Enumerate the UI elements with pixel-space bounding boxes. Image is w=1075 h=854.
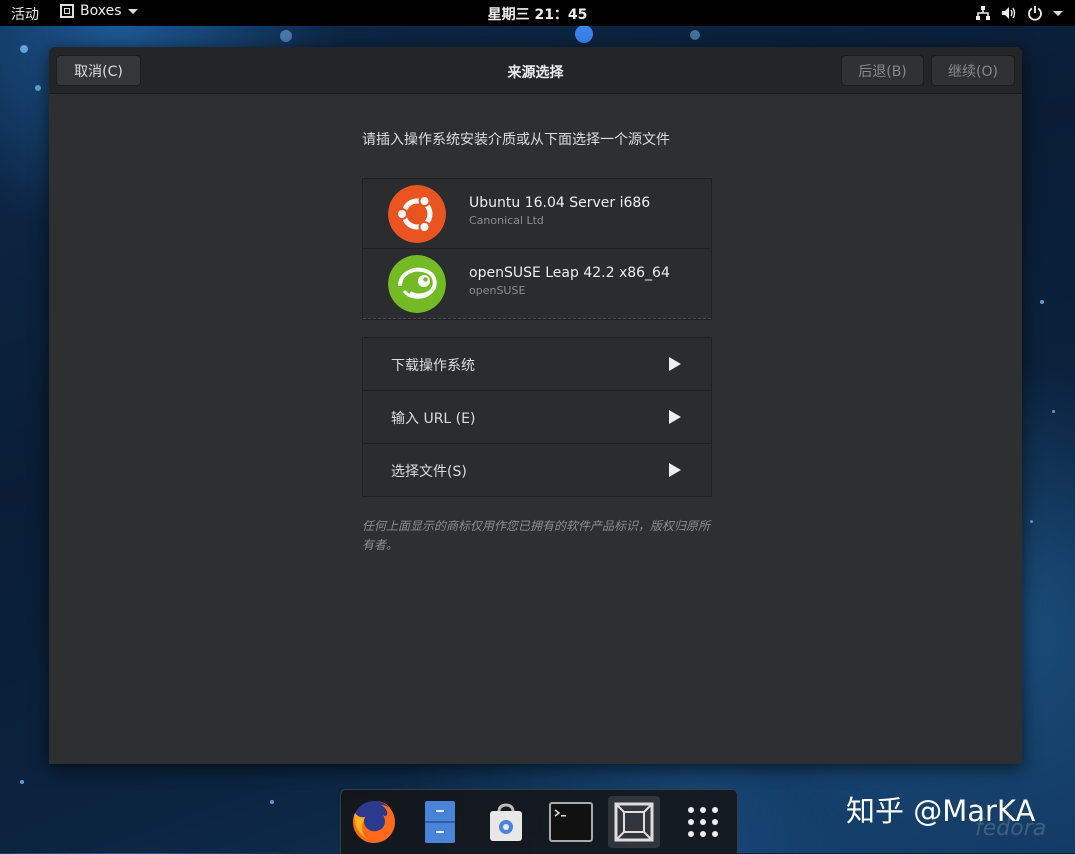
media-list: Ubuntu 16.04 Server i686 Canonical Ltd o… xyxy=(362,178,712,320)
trademark-disclaimer: 任何上面显示的商标仅用作您已拥有的软件产品标识，版权归原所有者。 xyxy=(362,519,711,552)
system-tray[interactable] xyxy=(975,5,1063,21)
boxes-icon[interactable] xyxy=(608,796,660,848)
watermark: 知乎 @MarKA xyxy=(846,794,1036,828)
firefox-icon[interactable] xyxy=(348,796,400,848)
media-vendor: Canonical Ltd xyxy=(469,214,544,227)
header-bar: 取消(C) 来源选择 后退(B) 继续(O) xyxy=(49,47,1022,94)
enter-url-row[interactable]: 输入 URL (E) xyxy=(363,391,711,444)
power-icon xyxy=(1028,6,1042,21)
back-button[interactable]: 后退(B) xyxy=(841,55,924,86)
source-selection: 请插入操作系统安装介质或从下面选择一个源文件 Ubuntu 16.04 Serv… xyxy=(362,129,712,552)
arrow-right-icon xyxy=(669,463,681,477)
dock xyxy=(340,789,738,854)
chevron-down-icon xyxy=(1053,10,1063,16)
download-os-row[interactable]: 下载操作系统 xyxy=(363,338,711,391)
arrow-right-icon xyxy=(669,357,681,371)
media-item-ubuntu[interactable]: Ubuntu 16.04 Server i686 Canonical Ltd xyxy=(363,179,711,249)
media-vendor: openSUSE xyxy=(469,284,526,297)
source-actions: 下载操作系统 输入 URL (E) 选择文件(S) xyxy=(362,337,712,497)
volume-icon xyxy=(1002,7,1016,19)
select-file-row[interactable]: 选择文件(S) xyxy=(363,444,711,496)
media-item-opensuse[interactable]: openSUSE Leap 42.2 x86_64 openSUSE xyxy=(363,249,711,319)
media-name: openSUSE Leap 42.2 x86_64 xyxy=(469,265,670,281)
action-label: 选择文件(S) xyxy=(391,464,467,480)
action-label: 输入 URL (E) xyxy=(391,411,476,427)
continue-button[interactable]: 继续(O) xyxy=(931,55,1015,86)
media-name: Ubuntu 16.04 Server i686 xyxy=(469,195,651,211)
files-icon[interactable] xyxy=(414,796,466,848)
clock[interactable]: 星期三 21：45 xyxy=(0,4,1075,24)
boxes-window: 取消(C) 来源选择 后退(B) 继续(O) 请插入操作系统安装介质或从下面选择… xyxy=(49,47,1022,764)
arrow-right-icon xyxy=(669,410,681,424)
opensuse-logo-icon xyxy=(388,255,446,313)
ubuntu-logo-icon xyxy=(388,185,446,243)
app-grid-icon[interactable] xyxy=(677,796,729,848)
network-icon xyxy=(976,6,990,20)
software-icon[interactable] xyxy=(480,796,532,848)
top-bar: 活动 Boxes 星期三 21：45 xyxy=(0,0,1075,26)
terminal-icon[interactable] xyxy=(545,796,597,848)
action-label: 下载操作系统 xyxy=(391,358,475,374)
instruction-text: 请插入操作系统安装介质或从下面选择一个源文件 xyxy=(362,132,670,148)
